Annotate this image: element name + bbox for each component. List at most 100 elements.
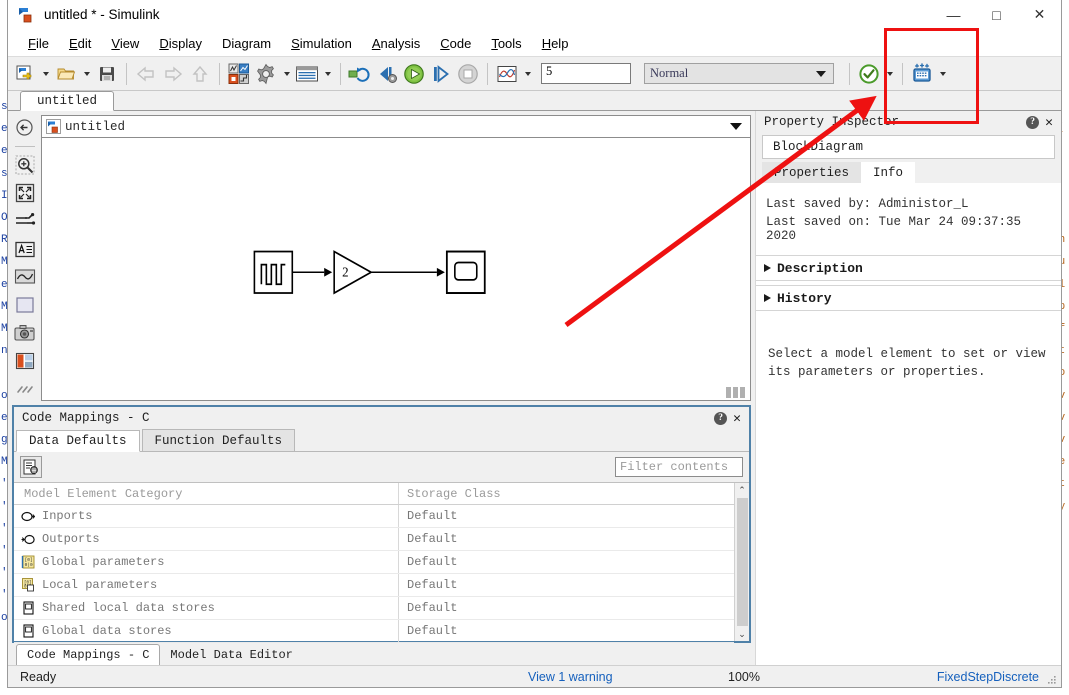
doc-tab-model-data-editor[interactable]: Model Data Editor (160, 644, 302, 665)
table-row[interactable]: Shared local data stores Default (14, 597, 734, 620)
code-mappings-tool-icon[interactable] (20, 456, 42, 478)
navigate-back-icon[interactable] (12, 115, 37, 140)
back-arrow-icon[interactable] (133, 61, 159, 87)
status-bar: Ready View 1 warning 100% FixedStepDiscr… (8, 665, 1061, 687)
zoom-in-icon[interactable] (12, 153, 37, 178)
build-model-dropdown-icon[interactable] (936, 61, 949, 87)
property-inspector-tabs: Properties Info (756, 161, 1061, 183)
gear-icon[interactable] (253, 61, 279, 87)
more-tools-icon[interactable] (12, 376, 37, 401)
model-configuration-dropdown-icon[interactable] (280, 61, 293, 87)
simulation-mode-select[interactable]: Normal (644, 63, 834, 84)
window-resize-grip[interactable] (1046, 674, 1057, 685)
menu-analysis[interactable]: Analysis (362, 33, 430, 54)
library-browser-icon[interactable] (226, 61, 252, 87)
chevron-down-icon[interactable] (730, 123, 742, 130)
filter-contents-input[interactable]: Filter contents (615, 457, 743, 477)
tab-data-defaults[interactable]: Data Defaults (16, 430, 140, 452)
tab-function-defaults[interactable]: Function Defaults (141, 429, 296, 451)
table-scrollbar[interactable]: ⌃ ⌄ (734, 483, 749, 641)
table-row[interactable]: [0] 0|0 Global parameters Default (14, 551, 734, 574)
model-canvas[interactable]: 2 (41, 137, 751, 401)
status-warning-link[interactable]: View 1 warning (528, 670, 613, 684)
menu-view[interactable]: View (101, 33, 149, 54)
cell-storage-class[interactable]: Default (399, 505, 734, 527)
check-circle-icon[interactable] (856, 61, 882, 87)
menu-edit[interactable]: Edit (59, 33, 101, 54)
cell-storage-class[interactable]: Default (399, 551, 734, 573)
menu-code[interactable]: Code (430, 33, 481, 54)
open-folder-icon[interactable] (53, 61, 79, 87)
up-arrow-icon[interactable] (187, 61, 213, 87)
step-forward-icon[interactable] (428, 61, 454, 87)
cell-storage-class[interactable]: Default (399, 528, 734, 550)
status-ready-text: Ready (20, 669, 57, 684)
layout-panels-icon[interactable] (12, 348, 37, 373)
annotation-text-icon[interactable] (12, 237, 37, 262)
new-model-icon[interactable] (12, 61, 38, 87)
menu-diagram[interactable]: Diagram (212, 33, 281, 54)
toolbar-separator (126, 62, 127, 85)
forward-arrow-icon[interactable] (160, 61, 186, 87)
menu-tools[interactable]: Tools (481, 33, 531, 54)
fit-to-view-icon[interactable] (12, 181, 37, 206)
code-mappings-panel: Code Mappings - C ? ✕ Data Defaults Func… (12, 405, 751, 643)
scrollbar-thumb[interactable] (736, 498, 748, 626)
menu-display[interactable]: Display (149, 33, 212, 54)
scope-dropdown-icon[interactable] (521, 61, 534, 87)
area-block-icon[interactable] (12, 292, 37, 317)
save-disk-icon[interactable] (94, 61, 120, 87)
open-model-dropdown-icon[interactable] (80, 61, 93, 87)
canvas-wrapper: untitled 2 (41, 111, 755, 401)
tab-info[interactable]: Info (861, 162, 916, 183)
scope-viewer-icon[interactable] (12, 265, 37, 290)
local-parameter-icon: [0] 0|0 (20, 577, 36, 593)
model-tab-untitled[interactable]: untitled (20, 91, 115, 111)
property-inspector-panel: Property Inspector ? ✕ BlockDiagram Prop… (755, 111, 1061, 665)
section-history-label: History (777, 290, 832, 306)
check-model-dropdown-icon[interactable] (883, 61, 896, 87)
menu-file[interactable]: File (18, 33, 59, 54)
build-model-icon[interactable] (909, 61, 935, 87)
canvas-resize-grip[interactable] (726, 387, 748, 398)
table-row[interactable]: Global data stores Default (14, 620, 734, 643)
run-play-icon[interactable] (401, 61, 427, 87)
scroll-up-icon[interactable]: ⌃ (738, 483, 746, 497)
model-explorer-dropdown-icon[interactable] (321, 61, 334, 87)
model-editor-region: untitled 2 (8, 111, 755, 401)
table-row[interactable]: [0] 0|0 Local parameters Default (14, 574, 734, 597)
step-back-icon[interactable] (374, 61, 400, 87)
cell-storage-class[interactable]: Default (399, 597, 734, 619)
last-saved-on: Last saved on: Tue Mar 24 09:37:35 2020 (766, 215, 1022, 243)
menu-help[interactable]: Help (532, 33, 579, 54)
camera-snapshot-icon[interactable] (12, 320, 37, 345)
menu-simulation[interactable]: Simulation (281, 33, 362, 54)
stop-icon[interactable] (455, 61, 481, 87)
maximize-button[interactable]: □ (975, 0, 1018, 30)
signal-routing-icon[interactable] (12, 209, 37, 234)
menu-file-label: ile (35, 35, 49, 51)
doc-tab-code-mappings[interactable]: Code Mappings - C (16, 644, 161, 665)
close-button[interactable]: ✕ (1018, 0, 1061, 30)
section-history[interactable]: History (756, 285, 1061, 311)
cell-storage-class[interactable]: Default (399, 574, 734, 596)
simulation-stop-time-input[interactable]: 5 (541, 63, 631, 84)
new-model-dropdown-icon[interactable] (39, 61, 52, 87)
breadcrumb[interactable]: untitled (41, 115, 751, 137)
tab-properties[interactable]: Properties (762, 162, 862, 183)
model-explorer-icon[interactable] (294, 61, 320, 87)
close-icon[interactable]: ✕ (733, 412, 741, 425)
update-model-icon[interactable] (347, 61, 373, 87)
cell-storage-class[interactable]: Default (399, 620, 734, 642)
section-description[interactable]: Description (756, 255, 1061, 281)
table-row[interactable]: Inports Default (14, 505, 734, 528)
scope-icon[interactable] (494, 61, 520, 87)
table-row[interactable]: Outports Default (14, 528, 734, 551)
help-icon[interactable]: ? (1026, 115, 1040, 129)
close-icon[interactable]: ✕ (1045, 116, 1053, 129)
simulink-model-icon (18, 6, 36, 24)
scroll-down-icon[interactable]: ⌄ (738, 627, 746, 641)
help-icon[interactable]: ? (714, 411, 728, 425)
minimize-button[interactable]: — (932, 0, 975, 30)
status-zoom-level: 100% (728, 669, 760, 684)
